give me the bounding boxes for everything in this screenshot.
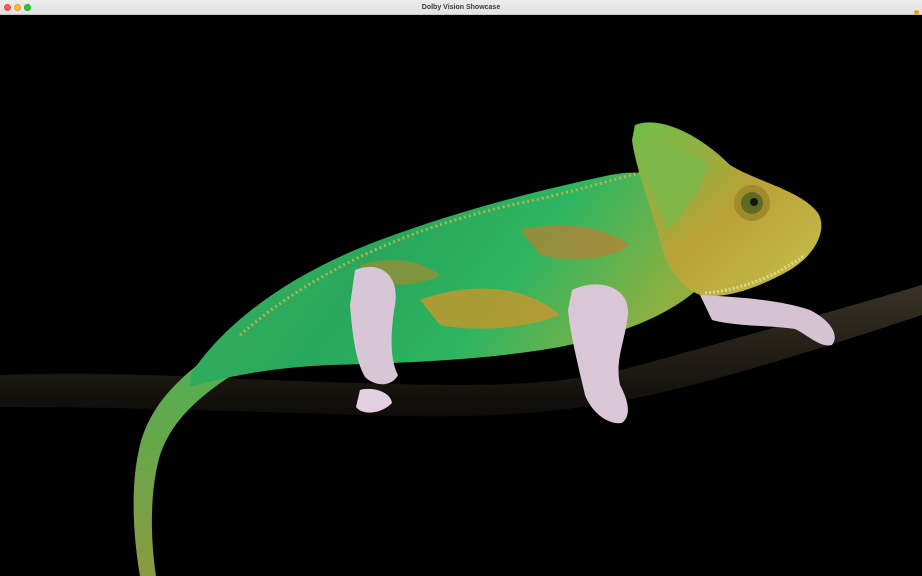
video-frame — [0, 122, 922, 576]
app-window: Dolby Vision Showcase — [0, 0, 922, 576]
video-player[interactable] — [0, 15, 922, 576]
chameleon-body — [190, 171, 716, 387]
window-title: Dolby Vision Showcase — [421, 4, 501, 11]
title-bar[interactable]: Dolby Vision Showcase — [0, 0, 922, 15]
